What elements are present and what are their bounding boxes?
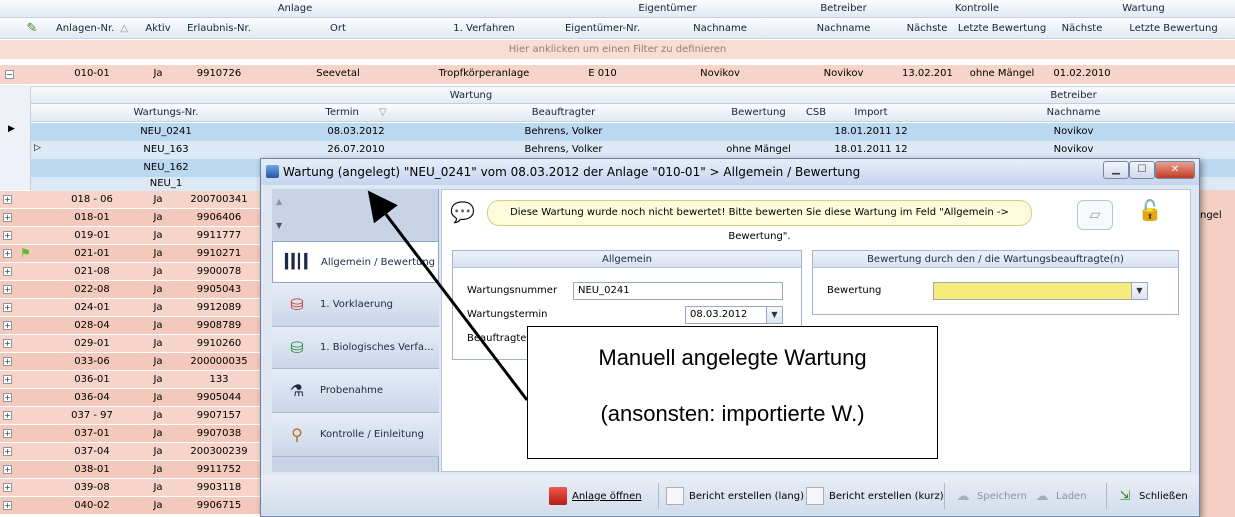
annotation-arrow [367, 190, 529, 401]
arrow-line [367, 190, 529, 401]
